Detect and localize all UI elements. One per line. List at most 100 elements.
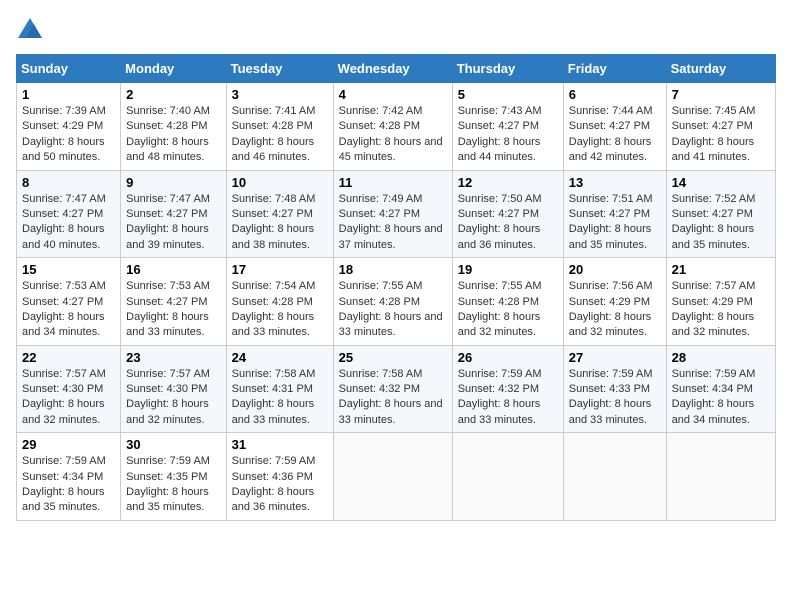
day-info: Sunrise: 7:44 AMSunset: 4:27 PMDaylight:… (569, 105, 653, 163)
day-info: Sunrise: 7:39 AMSunset: 4:29 PMDaylight:… (22, 105, 106, 163)
day-info: Sunrise: 7:54 AMSunset: 4:28 PMDaylight:… (232, 280, 316, 338)
day-cell: 21 Sunrise: 7:57 AMSunset: 4:29 PMDaylig… (666, 258, 775, 346)
day-cell: 4 Sunrise: 7:42 AMSunset: 4:28 PMDayligh… (333, 83, 452, 171)
day-info: Sunrise: 7:59 AMSunset: 4:35 PMDaylight:… (126, 455, 210, 513)
day-number: 10 (232, 175, 328, 190)
day-number: 5 (458, 87, 558, 102)
day-number: 12 (458, 175, 558, 190)
day-info: Sunrise: 7:40 AMSunset: 4:28 PMDaylight:… (126, 105, 210, 163)
day-cell: 7 Sunrise: 7:45 AMSunset: 4:27 PMDayligh… (666, 83, 775, 171)
week-row-3: 15 Sunrise: 7:53 AMSunset: 4:27 PMDaylig… (17, 258, 776, 346)
day-number: 25 (339, 350, 447, 365)
day-number: 29 (22, 437, 115, 452)
day-cell: 27 Sunrise: 7:59 AMSunset: 4:33 PMDaylig… (563, 345, 666, 433)
day-cell (563, 433, 666, 521)
day-cell: 20 Sunrise: 7:56 AMSunset: 4:29 PMDaylig… (563, 258, 666, 346)
day-number: 11 (339, 175, 447, 190)
day-cell: 31 Sunrise: 7:59 AMSunset: 4:36 PMDaylig… (226, 433, 333, 521)
day-info: Sunrise: 7:57 AMSunset: 4:29 PMDaylight:… (672, 280, 756, 338)
day-number: 20 (569, 262, 661, 277)
day-number: 13 (569, 175, 661, 190)
week-row-4: 22 Sunrise: 7:57 AMSunset: 4:30 PMDaylig… (17, 345, 776, 433)
day-info: Sunrise: 7:55 AMSunset: 4:28 PMDaylight:… (458, 280, 542, 338)
day-number: 31 (232, 437, 328, 452)
day-cell: 11 Sunrise: 7:49 AMSunset: 4:27 PMDaylig… (333, 170, 452, 258)
page-header (16, 16, 776, 44)
day-cell: 18 Sunrise: 7:55 AMSunset: 4:28 PMDaylig… (333, 258, 452, 346)
day-cell: 2 Sunrise: 7:40 AMSunset: 4:28 PMDayligh… (121, 83, 226, 171)
day-cell: 30 Sunrise: 7:59 AMSunset: 4:35 PMDaylig… (121, 433, 226, 521)
day-cell: 12 Sunrise: 7:50 AMSunset: 4:27 PMDaylig… (452, 170, 563, 258)
day-number: 1 (22, 87, 115, 102)
day-cell (333, 433, 452, 521)
day-number: 18 (339, 262, 447, 277)
logo (16, 16, 48, 44)
day-number: 8 (22, 175, 115, 190)
day-number: 22 (22, 350, 115, 365)
day-info: Sunrise: 7:59 AMSunset: 4:36 PMDaylight:… (232, 455, 316, 513)
day-cell (666, 433, 775, 521)
day-number: 15 (22, 262, 115, 277)
day-number: 27 (569, 350, 661, 365)
column-header-monday: Monday (121, 55, 226, 83)
day-info: Sunrise: 7:43 AMSunset: 4:27 PMDaylight:… (458, 105, 542, 163)
day-number: 28 (672, 350, 770, 365)
day-cell: 26 Sunrise: 7:59 AMSunset: 4:32 PMDaylig… (452, 345, 563, 433)
day-cell: 3 Sunrise: 7:41 AMSunset: 4:28 PMDayligh… (226, 83, 333, 171)
column-header-wednesday: Wednesday (333, 55, 452, 83)
day-info: Sunrise: 7:45 AMSunset: 4:27 PMDaylight:… (672, 105, 756, 163)
day-number: 21 (672, 262, 770, 277)
column-header-tuesday: Tuesday (226, 55, 333, 83)
day-info: Sunrise: 7:59 AMSunset: 4:34 PMDaylight:… (22, 455, 106, 513)
day-info: Sunrise: 7:58 AMSunset: 4:31 PMDaylight:… (232, 368, 316, 426)
day-info: Sunrise: 7:49 AMSunset: 4:27 PMDaylight:… (339, 193, 443, 251)
day-info: Sunrise: 7:42 AMSunset: 4:28 PMDaylight:… (339, 105, 443, 163)
day-cell: 13 Sunrise: 7:51 AMSunset: 4:27 PMDaylig… (563, 170, 666, 258)
day-number: 16 (126, 262, 220, 277)
day-info: Sunrise: 7:57 AMSunset: 4:30 PMDaylight:… (126, 368, 210, 426)
day-cell: 6 Sunrise: 7:44 AMSunset: 4:27 PMDayligh… (563, 83, 666, 171)
column-header-sunday: Sunday (17, 55, 121, 83)
day-number: 3 (232, 87, 328, 102)
day-info: Sunrise: 7:55 AMSunset: 4:28 PMDaylight:… (339, 280, 443, 338)
day-number: 17 (232, 262, 328, 277)
day-info: Sunrise: 7:59 AMSunset: 4:32 PMDaylight:… (458, 368, 542, 426)
day-number: 19 (458, 262, 558, 277)
day-cell: 10 Sunrise: 7:48 AMSunset: 4:27 PMDaylig… (226, 170, 333, 258)
day-info: Sunrise: 7:48 AMSunset: 4:27 PMDaylight:… (232, 193, 316, 251)
column-header-friday: Friday (563, 55, 666, 83)
day-cell: 24 Sunrise: 7:58 AMSunset: 4:31 PMDaylig… (226, 345, 333, 433)
day-number: 24 (232, 350, 328, 365)
day-info: Sunrise: 7:59 AMSunset: 4:34 PMDaylight:… (672, 368, 756, 426)
day-info: Sunrise: 7:52 AMSunset: 4:27 PMDaylight:… (672, 193, 756, 251)
day-info: Sunrise: 7:59 AMSunset: 4:33 PMDaylight:… (569, 368, 653, 426)
column-header-thursday: Thursday (452, 55, 563, 83)
day-number: 9 (126, 175, 220, 190)
day-cell: 19 Sunrise: 7:55 AMSunset: 4:28 PMDaylig… (452, 258, 563, 346)
day-cell: 9 Sunrise: 7:47 AMSunset: 4:27 PMDayligh… (121, 170, 226, 258)
week-row-2: 8 Sunrise: 7:47 AMSunset: 4:27 PMDayligh… (17, 170, 776, 258)
day-info: Sunrise: 7:47 AMSunset: 4:27 PMDaylight:… (22, 193, 106, 251)
column-header-saturday: Saturday (666, 55, 775, 83)
day-number: 6 (569, 87, 661, 102)
day-info: Sunrise: 7:58 AMSunset: 4:32 PMDaylight:… (339, 368, 443, 426)
day-cell: 16 Sunrise: 7:53 AMSunset: 4:27 PMDaylig… (121, 258, 226, 346)
day-info: Sunrise: 7:53 AMSunset: 4:27 PMDaylight:… (126, 280, 210, 338)
day-info: Sunrise: 7:57 AMSunset: 4:30 PMDaylight:… (22, 368, 106, 426)
day-cell: 17 Sunrise: 7:54 AMSunset: 4:28 PMDaylig… (226, 258, 333, 346)
day-cell: 8 Sunrise: 7:47 AMSunset: 4:27 PMDayligh… (17, 170, 121, 258)
day-number: 23 (126, 350, 220, 365)
day-cell: 22 Sunrise: 7:57 AMSunset: 4:30 PMDaylig… (17, 345, 121, 433)
week-row-1: 1 Sunrise: 7:39 AMSunset: 4:29 PMDayligh… (17, 83, 776, 171)
day-info: Sunrise: 7:51 AMSunset: 4:27 PMDaylight:… (569, 193, 653, 251)
day-info: Sunrise: 7:56 AMSunset: 4:29 PMDaylight:… (569, 280, 653, 338)
day-info: Sunrise: 7:41 AMSunset: 4:28 PMDaylight:… (232, 105, 316, 163)
header-row: SundayMondayTuesdayWednesdayThursdayFrid… (17, 55, 776, 83)
day-cell: 25 Sunrise: 7:58 AMSunset: 4:32 PMDaylig… (333, 345, 452, 433)
day-cell: 1 Sunrise: 7:39 AMSunset: 4:29 PMDayligh… (17, 83, 121, 171)
day-number: 14 (672, 175, 770, 190)
day-cell: 28 Sunrise: 7:59 AMSunset: 4:34 PMDaylig… (666, 345, 775, 433)
day-number: 30 (126, 437, 220, 452)
day-number: 4 (339, 87, 447, 102)
calendar-table: SundayMondayTuesdayWednesdayThursdayFrid… (16, 54, 776, 521)
